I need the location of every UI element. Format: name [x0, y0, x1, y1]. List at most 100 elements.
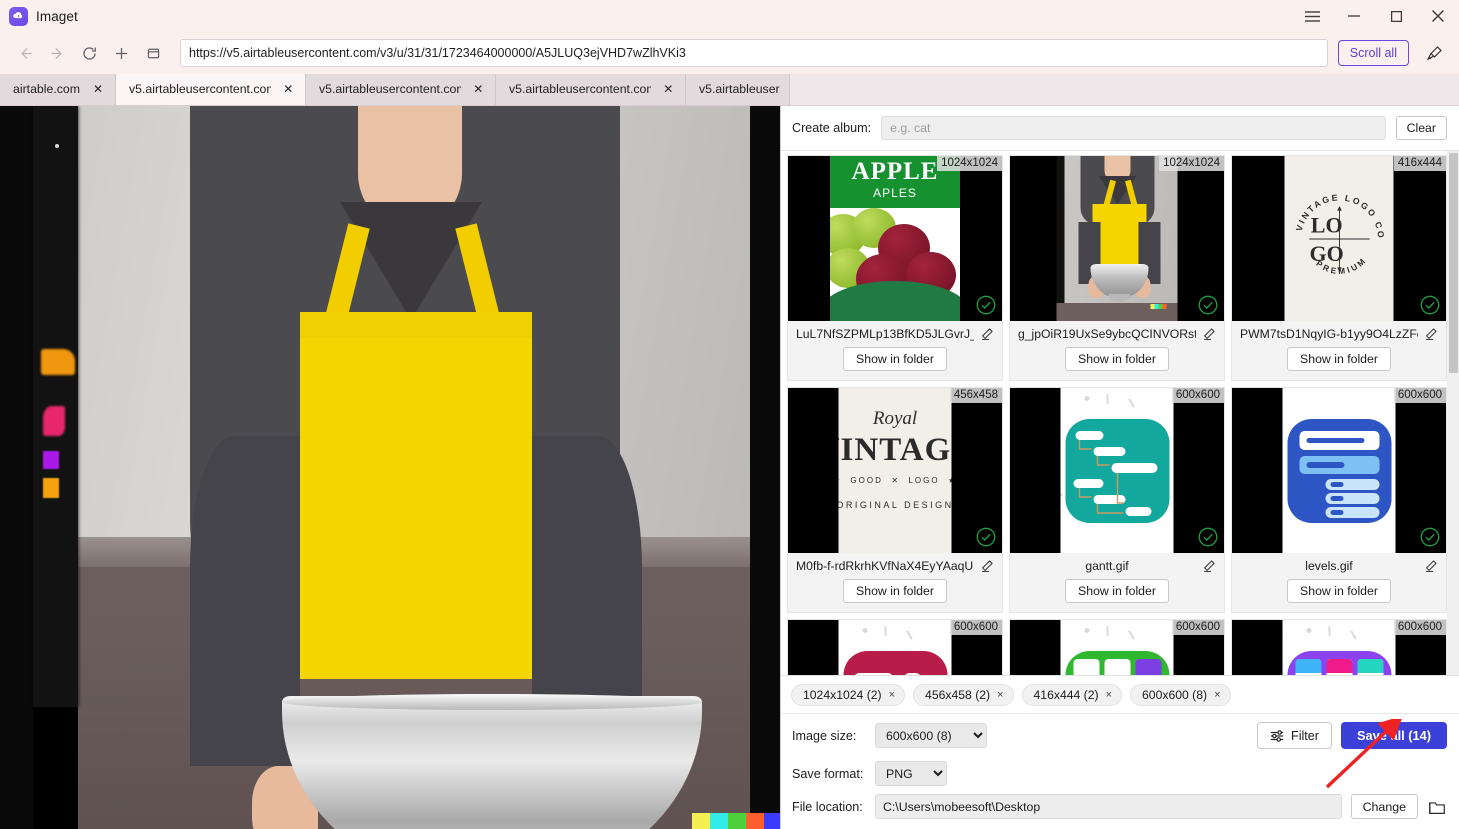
pencil-icon[interactable]: [980, 327, 994, 341]
reload-icon[interactable]: [74, 38, 104, 68]
window-controls: [1291, 0, 1459, 32]
grid-scrollbar-thumb[interactable]: [1449, 153, 1458, 373]
dimension-badge: 600x600: [1393, 620, 1446, 635]
change-location-button[interactable]: Change: [1350, 794, 1418, 819]
thumbnail[interactable]: 600x600: [1232, 388, 1446, 553]
thumbnail[interactable]: 1024x1024: [1010, 156, 1224, 321]
check-circle-icon[interactable]: [1420, 295, 1440, 315]
file-name: levels.gif: [1305, 559, 1353, 573]
brush-icon[interactable]: [1421, 40, 1447, 66]
preview-apron-top: [300, 312, 532, 338]
clear-button[interactable]: Clear: [1395, 116, 1447, 140]
chip-remove-icon[interactable]: ×: [1106, 689, 1112, 701]
image-card[interactable]: 1024x1024 g_jpOiR19UxSe9ybcQCINVORstX Sh…: [1009, 155, 1225, 381]
tab-close-icon[interactable]: ✕: [281, 81, 296, 97]
file-location-label: File location:: [792, 799, 863, 814]
plus-icon[interactable]: [106, 38, 136, 68]
tab-close-icon[interactable]: ✕: [90, 81, 106, 97]
pencil-icon[interactable]: [980, 559, 994, 573]
main-body: Create album: Clear APPLEAPLES: [0, 106, 1459, 829]
pencil-icon[interactable]: [1202, 327, 1216, 341]
tab-close-icon[interactable]: ✕: [661, 81, 676, 97]
preview-bowl-rim: [282, 694, 702, 710]
thumbnail[interactable]: 600x600: [1232, 620, 1446, 675]
tab-close-icon[interactable]: ✕: [471, 81, 486, 97]
size-chip[interactable]: 456x458 (2) ×: [913, 683, 1014, 706]
tab-1[interactable]: v5.airtableusercontent.com ✕: [115, 74, 306, 105]
file-name: g_jpOiR19UxSe9ybcQCINVORstX: [1018, 327, 1196, 341]
grid-scrollbar[interactable]: [1447, 151, 1459, 675]
create-album-input[interactable]: [881, 116, 1386, 140]
chip-remove-icon[interactable]: ×: [889, 689, 895, 701]
tab-label: v5.airtableuser: [698, 82, 780, 96]
tab-3[interactable]: v5.airtableusercontent.com ✕: [495, 74, 686, 105]
show-in-folder-button[interactable]: Show in folder: [843, 347, 947, 371]
check-circle-icon[interactable]: [1198, 527, 1218, 547]
image-card[interactable]: 600x600: [1231, 619, 1447, 675]
chip-label: 456x458 (2): [925, 687, 991, 702]
back-arrow-icon[interactable]: [10, 38, 40, 68]
tab-0[interactable]: airtable.com ✕: [0, 74, 116, 105]
pencil-icon[interactable]: [1424, 559, 1438, 573]
size-chip[interactable]: 1024x1024 (2) ×: [791, 683, 906, 706]
image-card[interactable]: 600x600 gantt.gif Show in folder: [1009, 387, 1225, 613]
image-meta: gantt.gif: [1010, 553, 1224, 575]
image-grid-container: APPLE APLES 1024x1024 LuL7NfSZPMLp13BfKD…: [781, 151, 1459, 675]
show-in-folder-button[interactable]: Show in folder: [1287, 579, 1391, 603]
image-meta: g_jpOiR19UxSe9ybcQCINVORstX: [1010, 321, 1224, 343]
check-circle-icon[interactable]: [1198, 295, 1218, 315]
chip-remove-icon[interactable]: ×: [997, 689, 1003, 701]
app-title: Imaget: [36, 8, 78, 24]
minimize-icon[interactable]: [1333, 0, 1375, 32]
show-in-folder-button[interactable]: Show in folder: [1065, 347, 1169, 371]
save-format-select[interactable]: PNG JPG WEBP GIF: [875, 761, 947, 786]
image-card[interactable]: Royal VINTAGE ★ GOOD ✕ LOGO ★ ORIGINAL D…: [787, 387, 1003, 613]
tab-label: v5.airtableusercontent.com: [128, 82, 271, 96]
show-in-folder-button[interactable]: Show in folder: [1287, 347, 1391, 371]
imaget-side-panel: Create album: Clear APPLEAPLES: [781, 106, 1459, 829]
close-icon[interactable]: [1417, 0, 1459, 32]
thumbnail[interactable]: 600x600: [788, 620, 1002, 675]
filter-button[interactable]: Filter: [1257, 722, 1333, 749]
forward-arrow-icon[interactable]: [42, 38, 72, 68]
show-in-folder-button[interactable]: Show in folder: [1065, 579, 1169, 603]
tab-label: v5.airtableusercontent.com: [508, 82, 651, 96]
folder-icon[interactable]: [1427, 797, 1447, 817]
show-in-folder-button[interactable]: Show in folder: [843, 579, 947, 603]
pencil-icon[interactable]: [1424, 327, 1438, 341]
thumbnail[interactable]: 600x600: [1010, 620, 1224, 675]
url-input[interactable]: https://v5.airtableusercontent.com/v3/u/…: [180, 39, 1328, 67]
size-filter-chips: 1024x1024 (2) × 456x458 (2) × 416x444 (2…: [781, 675, 1459, 713]
thumbnail[interactable]: Royal VINTAGE ★ GOOD ✕ LOGO ★ ORIGINAL D…: [788, 388, 1002, 553]
tab-2[interactable]: v5.airtableusercontent.com ✕: [305, 74, 496, 105]
check-circle-icon[interactable]: [976, 295, 996, 315]
image-card[interactable]: 600x600: [787, 619, 1003, 675]
chip-remove-icon[interactable]: ×: [1214, 689, 1220, 701]
thumbnail[interactable]: APPLE APLES 1024x1024: [788, 156, 1002, 321]
window-icon[interactable]: [138, 38, 168, 68]
size-chip[interactable]: 600x600 (8) ×: [1130, 683, 1231, 706]
image-card[interactable]: VINTAGE LOGO COLLECTION PREMIUM: [1231, 155, 1447, 381]
pencil-icon[interactable]: [1202, 559, 1216, 573]
image-card[interactable]: 600x600 levels.gif Show in folder: [1231, 387, 1447, 613]
tab-4[interactable]: v5.airtableuser: [685, 74, 790, 105]
dimension-badge: 416x444: [1393, 156, 1446, 171]
file-name: LuL7NfSZPMLp13BfKD5JLGvrJ_o̧: [796, 327, 974, 341]
dimension-badge: 456x458: [949, 388, 1002, 403]
thumbnail[interactable]: 600x600: [1010, 388, 1224, 553]
check-circle-icon[interactable]: [976, 527, 996, 547]
check-circle-icon[interactable]: [1420, 527, 1440, 547]
file-location-input[interactable]: [875, 794, 1342, 819]
imaget-app-window: Imaget https://v5.airtableusercontent.co…: [0, 0, 1459, 829]
maximize-icon[interactable]: [1375, 0, 1417, 32]
preview-apron: [300, 312, 532, 679]
menu-icon[interactable]: [1291, 0, 1333, 32]
image-size-select[interactable]: 600x600 (8) 1024x1024 (2) 456x458 (2) 41…: [875, 723, 987, 748]
scroll-all-button[interactable]: Scroll all: [1337, 40, 1409, 66]
page-preview[interactable]: [0, 106, 781, 829]
image-card[interactable]: APPLE APLES 1024x1024 LuL7NfSZPMLp13BfKD…: [787, 155, 1003, 381]
image-card[interactable]: 600x600: [1009, 619, 1225, 675]
save-all-button[interactable]: Save all (14): [1341, 722, 1447, 749]
size-chip[interactable]: 416x444 (2) ×: [1021, 683, 1123, 706]
thumbnail[interactable]: VINTAGE LOGO COLLECTION PREMIUM: [1232, 156, 1446, 321]
